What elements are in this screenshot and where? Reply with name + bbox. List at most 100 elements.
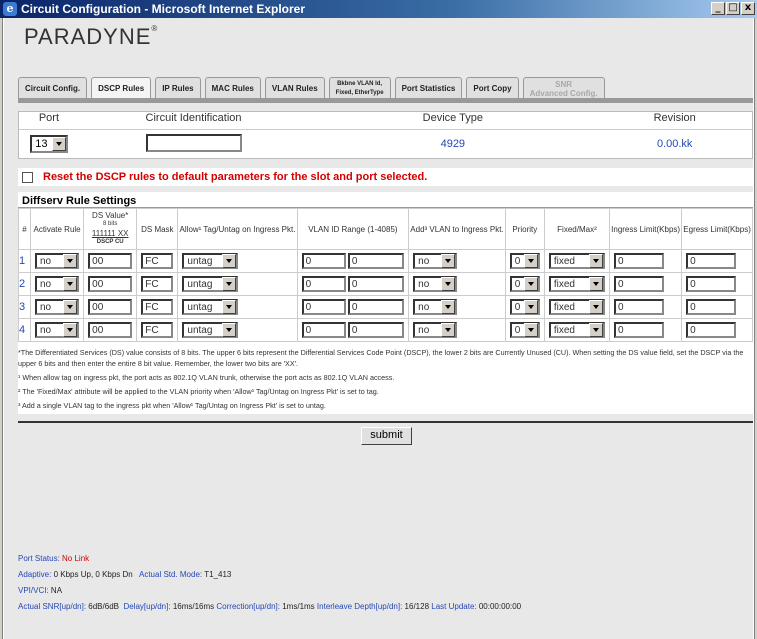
vlan-from-input[interactable]: 0: [301, 253, 346, 269]
vlan-to-input[interactable]: 0: [347, 253, 404, 269]
tab-ip-rules[interactable]: IP Rules: [155, 77, 201, 99]
port-status-panel: Port Status: No Link Adaptive: 0 Kbps Up…: [18, 554, 522, 611]
maximize-button[interactable]: □: [726, 2, 740, 15]
tab-port-statistics[interactable]: Port Statistics: [394, 77, 463, 99]
activate-rule-select[interactable]: no: [35, 322, 79, 338]
ds-value-input[interactable]: 00: [88, 276, 133, 292]
chevron-down-icon: [63, 254, 77, 268]
circuit-id-input[interactable]: [145, 133, 242, 152]
table-row: 4 no 00 FC untag 0 0 no 0 fixed 0 0: [18, 318, 753, 342]
tab-dscp-rules[interactable]: DSCP Rules: [91, 77, 152, 99]
fixed-max-select[interactable]: fixed: [548, 253, 605, 269]
col-allow: Allow¹ Tag/Untag on Ingress Pkt.: [177, 208, 298, 250]
table-row: 2 no 00 FC untag 0 0 no 0 fixed 0 0: [18, 272, 753, 296]
tab-port-copy[interactable]: Port Copy: [466, 77, 519, 99]
port-header: Port: [38, 112, 60, 124]
diffserv-title: Diffserv Rule Settings: [18, 192, 753, 208]
ds-mask-input[interactable]: FC: [141, 299, 174, 315]
activate-rule-select[interactable]: no: [35, 276, 79, 292]
ingress-limit-input[interactable]: 0: [614, 253, 665, 269]
allow-tag-select[interactable]: untag: [182, 253, 239, 269]
chevron-down-icon: [588, 300, 603, 314]
add-vlan-select[interactable]: no: [413, 276, 458, 292]
egress-limit-input[interactable]: 0: [686, 276, 737, 292]
chevron-down-icon: [51, 137, 66, 151]
allow-tag-select[interactable]: untag: [182, 322, 239, 338]
device-type-value: 4929: [440, 138, 466, 150]
allow-tag-select[interactable]: untag: [182, 276, 239, 292]
vlan-from-input[interactable]: 0: [301, 322, 346, 338]
delay-value: 16ms/16ms: [172, 602, 215, 611]
submit-button[interactable]: submit: [361, 427, 412, 445]
adaptive-value: 0 Kbps Up, 0 Kbps Dn: [53, 570, 133, 579]
priority-select[interactable]: 0: [509, 253, 540, 269]
priority-select[interactable]: 0: [509, 299, 540, 315]
footnote: ³ Add a single VLAN tag to the ingress p…: [18, 401, 326, 410]
fixed-max-select[interactable]: fixed: [548, 299, 605, 315]
tab-bar: Circuit Config. DSCP Rules IP Rules MAC …: [18, 63, 609, 99]
vlan-to-input[interactable]: 0: [347, 276, 404, 292]
port-select[interactable]: 13: [30, 135, 68, 153]
revision-header: Revision: [653, 112, 696, 124]
egress-limit-input[interactable]: 0: [686, 299, 737, 315]
add-vlan-select[interactable]: no: [413, 299, 458, 315]
col-add-vlan: Add³ VLAN to Ingress Pkt.: [408, 208, 506, 250]
port-status-value: No Link: [62, 554, 90, 563]
ds-mask-input[interactable]: FC: [141, 253, 174, 269]
tab-mac-rules[interactable]: MAC Rules: [204, 77, 261, 99]
chevron-down-icon: [588, 323, 603, 337]
ds-mask-input[interactable]: FC: [141, 276, 174, 292]
add-vlan-select[interactable]: no: [413, 253, 458, 269]
egress-limit-input[interactable]: 0: [686, 253, 737, 269]
vlan-to-input[interactable]: 0: [347, 322, 404, 338]
port-table: Port Circuit Identification Device Type …: [18, 111, 753, 159]
allow-tag-select[interactable]: untag: [182, 299, 239, 315]
fixed-max-select[interactable]: fixed: [548, 322, 605, 338]
tab-bkbne-vlan[interactable]: Bkbne VLAN Id, Fixed, EtherType: [328, 77, 391, 99]
add-vlan-select[interactable]: no: [413, 322, 458, 338]
egress-limit-input[interactable]: 0: [686, 322, 737, 338]
ds-value-input[interactable]: 00: [88, 253, 133, 269]
ingress-limit-input[interactable]: 0: [614, 322, 665, 338]
col-num: #: [18, 208, 31, 250]
row-number: 4: [18, 318, 31, 342]
minimize-button[interactable]: _: [711, 2, 725, 15]
close-button[interactable]: x: [741, 2, 755, 15]
vpivci-value: NA: [50, 586, 63, 595]
activate-rule-select[interactable]: no: [35, 299, 79, 315]
last-update-value: 00:00:00:00: [478, 602, 522, 611]
ds-value-input[interactable]: 00: [88, 322, 133, 338]
window-left-border: [0, 18, 3, 639]
footnotes: *The Differentiated Services (DS) value …: [18, 347, 753, 414]
tab-snr-advanced[interactable]: SNR Advanced Config.: [522, 77, 605, 99]
vlan-from-input[interactable]: 0: [301, 276, 346, 292]
window-title: Circuit Configuration - Microsoft Intern…: [21, 2, 306, 16]
tab-vlan-rules[interactable]: VLAN Rules: [264, 77, 325, 99]
reset-checkbox[interactable]: [22, 171, 33, 183]
ds-mask-input[interactable]: FC: [141, 322, 174, 338]
page-content: PARADYNE® Circuit Config. DSCP Rules IP …: [4, 18, 753, 639]
col-priority: Priority: [504, 208, 545, 250]
tab-circuit-config[interactable]: Circuit Config.: [18, 77, 88, 99]
chevron-down-icon: [222, 300, 237, 314]
ds-value-input[interactable]: 00: [88, 299, 133, 315]
circuit-id-header: Circuit Identification: [145, 112, 242, 124]
col-ds-mask: DS Mask: [136, 208, 179, 250]
ingress-limit-input[interactable]: 0: [614, 299, 665, 315]
priority-select[interactable]: 0: [509, 322, 540, 338]
fixed-max-select[interactable]: fixed: [548, 276, 605, 292]
chevron-down-icon: [63, 277, 77, 291]
activate-rule-select[interactable]: no: [35, 253, 79, 269]
ingress-limit-input[interactable]: 0: [614, 276, 665, 292]
chevron-down-icon: [222, 323, 237, 337]
table-row: 3 no 00 FC untag 0 0 no 0 fixed 0 0: [18, 295, 753, 319]
chevron-down-icon: [524, 254, 538, 268]
col-egress: Egress Limit(Kbps): [681, 208, 753, 250]
paradyne-logo: PARADYNE®: [24, 24, 159, 49]
vlan-from-input[interactable]: 0: [301, 299, 346, 315]
col-ds-value: DS Value* 8 bits 111111 XX DSCP CU: [83, 208, 138, 250]
chevron-down-icon: [524, 277, 538, 291]
revision-value: 0.00.kk: [656, 138, 693, 150]
vlan-to-input[interactable]: 0: [347, 299, 404, 315]
priority-select[interactable]: 0: [509, 276, 540, 292]
